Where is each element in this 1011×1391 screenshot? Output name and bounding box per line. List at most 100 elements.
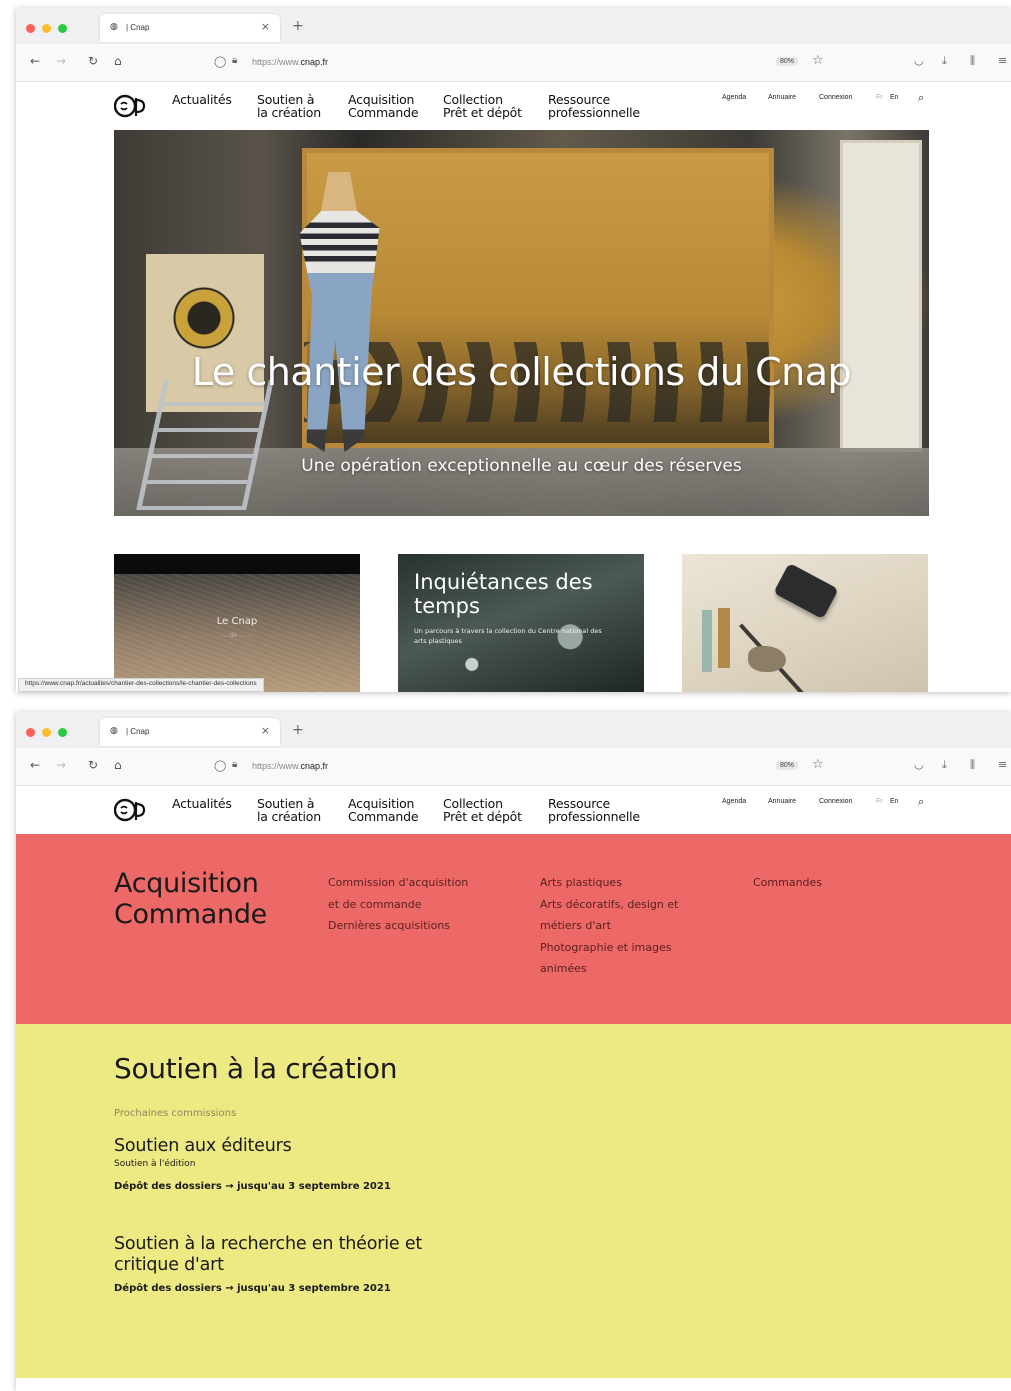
mega-link-photographie[interactable]: Photographie et images — [540, 937, 678, 959]
status-bar-url: https://www.cnap.fr/actualites/chantier-… — [18, 678, 264, 692]
url-bar[interactable]: ◯ 🔒︎ https://www.cnap.fr — [206, 756, 606, 778]
reload-icon[interactable]: ↻ — [88, 54, 98, 68]
mega-menu-title[interactable]: Acquisition Commande — [114, 868, 304, 930]
lock-icon[interactable]: 🔒︎ — [232, 759, 237, 770]
annuaire-link[interactable]: Annuaire — [768, 798, 796, 805]
mega-link-arts-decoratifs-2[interactable]: métiers d'art — [540, 915, 678, 937]
new-tab-button[interactable]: + — [292, 18, 304, 34]
section-title: Soutien à la création — [114, 1052, 398, 1085]
back-arrow-icon[interactable]: ← — [30, 758, 40, 772]
forward-arrow-icon[interactable]: → — [56, 54, 66, 68]
nav-ressource-professionnelle[interactable]: Ressource professionnelle — [548, 797, 640, 823]
mega-link-commission-2[interactable]: et de commande — [328, 894, 468, 916]
bookmark-star-icon[interactable]: ☆ — [812, 757, 824, 772]
mega-link-commandes[interactable]: Commandes — [753, 872, 822, 894]
section-label: Prochaines commissions — [114, 1108, 237, 1119]
tracking-shield-icon[interactable]: ◯ — [214, 759, 226, 772]
home-icon[interactable]: ⌂ — [114, 54, 122, 68]
lang-fr-link[interactable]: Fr — [876, 94, 883, 101]
nav-soutien-creation[interactable]: Soutien à la création — [257, 797, 321, 823]
nav-actualites[interactable]: Actualités — [172, 797, 232, 810]
item-title-editeurs[interactable]: Soutien aux éditeurs — [114, 1136, 292, 1157]
tab-title: | Cnap — [126, 727, 150, 736]
card-object-rock — [748, 646, 786, 672]
reload-icon[interactable]: ↻ — [88, 758, 98, 772]
nav-acquisition-commande[interactable]: Acquisition Commande — [348, 93, 419, 119]
downloads-icon[interactable]: ⤓ — [942, 758, 947, 772]
menu-icon[interactable]: ≡ — [998, 758, 1007, 771]
mega-link-arts-decoratifs[interactable]: Arts décoratifs, design et — [540, 894, 678, 916]
browser-tab[interactable]: ◍ | Cnap × — [100, 718, 280, 746]
forward-arrow-icon[interactable]: → — [56, 758, 66, 772]
library-icon[interactable]: ⫼ — [970, 54, 975, 68]
tab-close-icon[interactable]: × — [261, 20, 270, 33]
mega-menu-column-2: Arts plastiques Arts décoratifs, design … — [540, 872, 678, 980]
close-window-button[interactable] — [26, 728, 35, 737]
agenda-link[interactable]: Agenda — [722, 798, 746, 805]
cnap-logo-icon[interactable] — [114, 94, 148, 118]
menu-icon[interactable]: ≡ — [998, 54, 1007, 67]
zoom-level-button[interactable]: 80% — [776, 761, 799, 770]
url-prefix: https://www. — [252, 57, 301, 67]
mega-link-dernieres-acquisitions[interactable]: Dernières acquisitions — [328, 915, 468, 937]
mega-link-arts-plastiques[interactable]: Arts plastiques — [540, 872, 678, 894]
nav-collection-pret-depot[interactable]: Collection Prêt et dépôt — [443, 93, 522, 119]
card-title: Le Cnap — [216, 616, 258, 627]
minimize-window-button[interactable] — [42, 24, 51, 33]
traffic-lights — [26, 24, 67, 33]
hero-subtitle[interactable]: Une opération exceptionnelle au cœur des… — [114, 456, 929, 476]
nav-actualites[interactable]: Actualités — [172, 93, 232, 106]
card-objects-photo[interactable] — [682, 554, 928, 692]
mega-link-commission[interactable]: Commission d'acquisition — [328, 872, 468, 894]
card-object-bar — [702, 610, 712, 672]
maximize-window-button[interactable] — [58, 24, 67, 33]
back-arrow-icon[interactable]: ← — [30, 54, 40, 68]
tab-close-icon[interactable]: × — [261, 724, 270, 737]
downloads-icon[interactable]: ⤓ — [942, 54, 947, 68]
pocket-icon[interactable]: ◡ — [914, 54, 924, 67]
card-subtitle: ... de ... ... — [221, 632, 253, 639]
search-icon[interactable]: ⌕ — [918, 91, 924, 105]
url-text[interactable]: https://www.cnap.fr — [252, 57, 328, 67]
library-icon[interactable]: ⫼ — [970, 758, 975, 772]
zoom-level-button[interactable]: 80% — [776, 57, 799, 66]
url-bar[interactable]: ◯ 🔒︎ https://www.cnap.fr — [206, 52, 606, 74]
card-title: Inquiétances des temps — [414, 570, 593, 618]
lang-en-link[interactable]: En — [890, 94, 899, 101]
browser-window-home: ◍ | Cnap × + ← → ↻ ⌂ ◯ 🔒︎ https://www.cn… — [16, 8, 1011, 692]
url-domain: cnap.fr — [300, 761, 329, 771]
annuaire-link[interactable]: Annuaire — [768, 94, 796, 101]
close-window-button[interactable] — [26, 24, 35, 33]
home-icon[interactable]: ⌂ — [114, 758, 122, 772]
lang-fr-link[interactable]: Fr — [876, 798, 883, 805]
soutien-section: Soutien à la création Prochaines commiss… — [16, 1024, 1011, 1378]
mega-link-photographie-2[interactable]: animées — [540, 958, 678, 980]
browser-tab[interactable]: ◍ | Cnap × — [100, 14, 280, 42]
nav-acquisition-commande[interactable]: Acquisition Commande — [348, 797, 419, 823]
new-tab-button[interactable]: + — [292, 722, 304, 738]
connexion-link[interactable]: Connexion — [819, 798, 852, 805]
tracking-shield-icon[interactable]: ◯ — [214, 55, 226, 68]
cnap-logo-icon[interactable] — [114, 798, 148, 822]
minimize-window-button[interactable] — [42, 728, 51, 737]
search-icon[interactable]: ⌕ — [918, 795, 924, 809]
maximize-window-button[interactable] — [58, 728, 67, 737]
nav-ressource-professionnelle[interactable]: Ressource professionnelle — [548, 93, 640, 119]
lang-en-link[interactable]: En — [890, 798, 899, 805]
hero-banner[interactable]: Le chantier des collections du Cnap Une … — [114, 130, 929, 516]
card-inquietances[interactable]: Inquiétances des temps Un parcours à tra… — [398, 554, 644, 692]
nav-soutien-creation[interactable]: Soutien à la création — [257, 93, 321, 119]
item-title-recherche[interactable]: Soutien à la recherche en théorie et cri… — [114, 1234, 422, 1276]
url-prefix: https://www. — [252, 761, 301, 771]
hero-title[interactable]: Le chantier des collections du Cnap — [114, 350, 929, 394]
cnap-favicon-icon: ◍ — [110, 22, 118, 32]
lock-icon[interactable]: 🔒︎ — [232, 55, 237, 66]
card-le-cnap[interactable]: Le Cnap ... de ... ... — [114, 554, 360, 692]
bookmark-star-icon[interactable]: ☆ — [812, 53, 824, 68]
connexion-link[interactable]: Connexion — [819, 94, 852, 101]
card-object-block — [773, 562, 839, 620]
pocket-icon[interactable]: ◡ — [914, 758, 924, 771]
nav-collection-pret-depot[interactable]: Collection Prêt et dépôt — [443, 797, 522, 823]
url-text[interactable]: https://www.cnap.fr — [252, 761, 328, 771]
agenda-link[interactable]: Agenda — [722, 94, 746, 101]
